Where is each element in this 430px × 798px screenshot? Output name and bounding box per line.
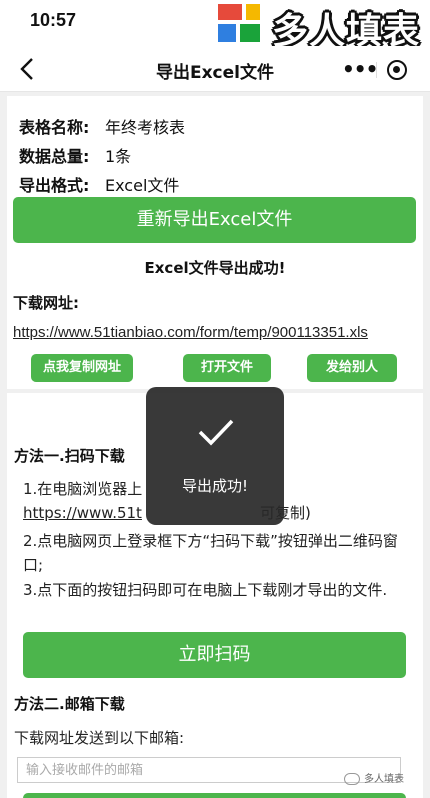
reexport-button[interactable]: 重新导出Excel文件 <box>13 197 416 243</box>
status-time: 10:57 <box>30 10 77 30</box>
form-name-label: 表格名称: <box>19 118 90 137</box>
form-name-value: 年终考核表 <box>105 118 186 137</box>
nav-bar: 导出Excel文件 ••• <box>0 46 430 92</box>
open-file-button[interactable]: 打开文件 <box>183 354 271 382</box>
brand-logo <box>218 4 260 42</box>
wechat-icon <box>344 773 360 785</box>
scan-now-button[interactable]: 立即扫码 <box>23 632 406 678</box>
total-row: 数据总量: 1条 <box>19 143 131 167</box>
format-row: 导出格式: Excel文件 <box>19 172 179 196</box>
watermark-text: 多人填表 <box>364 774 404 785</box>
form-name-row: 表格名称: 年终考核表 <box>19 114 185 138</box>
export-info-card: 表格名称: 年终考核表 数据总量: 1条 导出格式: Excel文件 重新导出Exce… <box>7 96 423 389</box>
method1-title: 方法一.扫码下载 <box>14 447 125 465</box>
download-label: 下载网址: <box>13 294 79 312</box>
total-label: 数据总量: <box>19 147 90 166</box>
success-toast: 导出成功! <box>146 387 284 525</box>
download-url-link[interactable]: https://www.51tianbiao.com/form/temp/900… <box>13 324 368 341</box>
send-to-others-button[interactable]: 发给别人 <box>307 354 397 382</box>
total-value: 1条 <box>105 147 132 166</box>
more-icon[interactable]: ••• <box>342 58 378 80</box>
method1-step2: 2.点电脑网页上登录框下方“扫码下载”按钮弹出二维码窗口; <box>23 532 398 574</box>
mini-program-capsule: ••• <box>330 54 418 86</box>
capsule-divider <box>376 62 377 78</box>
method1-step3: 3.点下面的按钮扫码即可在电脑上下载刚才导出的文件. <box>23 581 388 599</box>
copy-url-button[interactable]: 点我复制网址 <box>31 354 133 382</box>
step1-text: 1.在电脑浏览器上 <box>23 480 143 498</box>
step1-url[interactable]: https://www.51t <box>23 504 142 522</box>
target-icon[interactable] <box>387 60 407 80</box>
method2-title: 方法二.邮箱下载 <box>14 695 125 713</box>
watermark: 多人填表 <box>344 770 404 785</box>
checkmark-icon <box>198 419 234 446</box>
success-message: Excel文件导出成功! <box>144 259 286 277</box>
status-bar: 10:57 多人填表 <box>0 0 430 52</box>
format-value: Excel文件 <box>105 176 180 195</box>
toast-text: 导出成功! <box>181 477 248 495</box>
send-email-button[interactable] <box>23 793 406 798</box>
mail-label: 下载网址发送到以下邮箱: <box>14 729 185 747</box>
format-label: 导出格式: <box>19 176 90 195</box>
